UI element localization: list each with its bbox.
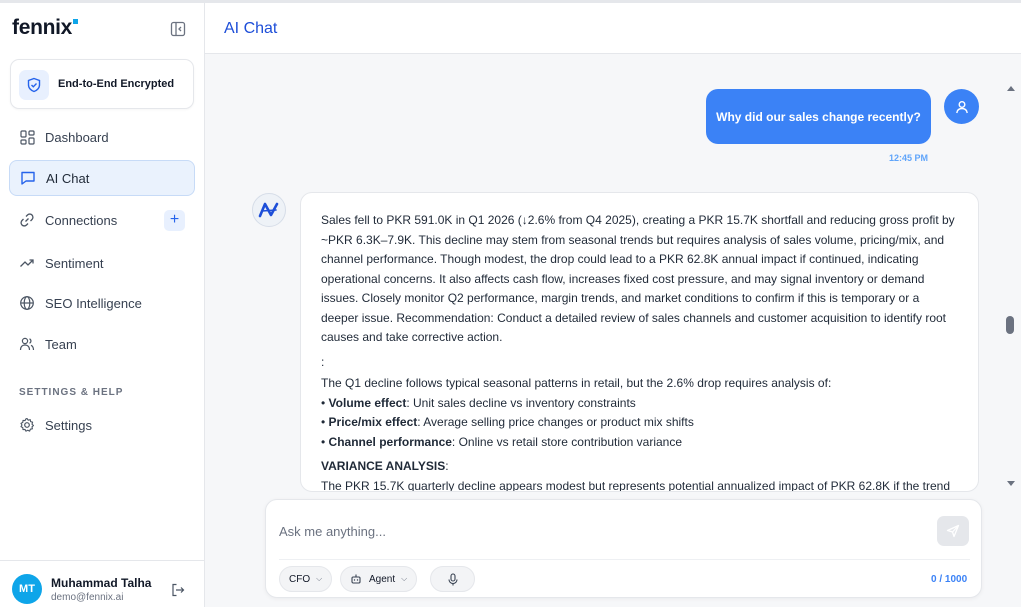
chevron-down-icon: ⌵ bbox=[401, 574, 408, 583]
assistant-summary: Sales fell to PKR 591.0K in Q1 2026 (↓2.… bbox=[321, 213, 955, 344]
chat-area: Why did our sales change recently? 12:45… bbox=[205, 54, 1021, 607]
robot-icon bbox=[351, 574, 361, 584]
brand-mark bbox=[73, 19, 79, 24]
variance-heading-suffix: : bbox=[445, 459, 449, 473]
list-item: • Price/mix effect: Average selling pric… bbox=[321, 413, 958, 433]
assistant-separator-line: : bbox=[321, 354, 325, 369]
microphone-icon bbox=[447, 572, 458, 585]
sidebar-item-sentiment[interactable]: Sentiment bbox=[9, 245, 195, 281]
chat-icon bbox=[20, 170, 36, 186]
bullet-text: : Online vs retail store contribution va… bbox=[451, 434, 683, 449]
bullet-text: : Average selling price changes or produ… bbox=[417, 415, 694, 429]
section-label-settings-help: SETTINGS & HELP bbox=[19, 387, 124, 398]
grid-icon bbox=[19, 129, 35, 145]
avatar: MT bbox=[12, 574, 42, 604]
bullet-text: : Unit sales decline vs inventory constr… bbox=[406, 395, 636, 410]
link-icon bbox=[19, 212, 35, 228]
variance-heading: VARIANCE ANALYSIS: bbox=[321, 457, 958, 477]
bullet-title: Channel performance bbox=[328, 434, 452, 449]
brand-logo[interactable]: fennix bbox=[12, 16, 79, 40]
mode-selector-label: Agent bbox=[369, 573, 396, 585]
sidebar-item-seo-intelligence[interactable]: SEO Intelligence bbox=[9, 285, 195, 321]
gear-icon bbox=[19, 417, 35, 433]
page-title: AI Chat bbox=[224, 20, 278, 37]
user-profile[interactable]: MT Muhammad Talha demo@fennix.ai bbox=[0, 560, 204, 607]
sidebar-item-label: Sentiment bbox=[45, 255, 104, 271]
message-composer: CFO ⌵ Agent ⌵ 0 / 1000 bbox=[265, 499, 982, 598]
variance-text: The PKR 15.7K quarterly decline appears … bbox=[321, 478, 951, 492]
users-icon bbox=[19, 336, 35, 352]
trend-icon bbox=[19, 255, 35, 271]
sidebar-item-label: AI Chat bbox=[46, 170, 90, 186]
user-avatar-icon bbox=[944, 89, 979, 124]
bullet-title: Price/mix effect bbox=[328, 415, 418, 429]
sidebar-item-label: Team bbox=[45, 336, 77, 352]
composer-divider bbox=[279, 559, 970, 560]
send-button[interactable] bbox=[937, 516, 969, 546]
sidebar-item-settings[interactable]: Settings bbox=[9, 407, 195, 443]
scrollbar-thumb[interactable] bbox=[1006, 316, 1014, 334]
sidebar-item-connections[interactable]: Connections + bbox=[9, 202, 195, 238]
bullet-title: Volume effect bbox=[328, 395, 407, 410]
sidebar: fennix End-to-End Encrypted Dashboard AI… bbox=[0, 3, 205, 607]
sidebar-item-team[interactable]: Team bbox=[9, 326, 195, 362]
logout-icon[interactable] bbox=[171, 583, 185, 597]
voice-input-button[interactable] bbox=[430, 566, 475, 592]
scroll-up-arrow[interactable] bbox=[1007, 86, 1015, 91]
bullet-symbol: • bbox=[321, 395, 326, 410]
scroll-down-arrow[interactable] bbox=[1007, 481, 1015, 486]
bullet-symbol: • bbox=[321, 415, 326, 429]
encryption-label: End-to-End Encrypted bbox=[58, 78, 175, 90]
mode-selector[interactable]: Agent ⌵ bbox=[340, 566, 418, 592]
role-selector[interactable]: CFO ⌵ bbox=[279, 566, 333, 592]
chat-scrollbar[interactable] bbox=[1005, 84, 1017, 492]
shield-icon bbox=[19, 70, 49, 100]
user-message-bubble: Why did our sales change recently? bbox=[706, 89, 931, 144]
message-input[interactable] bbox=[279, 524, 879, 539]
sidebar-collapse-icon[interactable] bbox=[170, 21, 186, 37]
assistant-message-card: Sales fell to PKR 591.0K in Q1 2026 (↓2.… bbox=[300, 192, 979, 492]
sidebar-item-label: Settings bbox=[45, 417, 92, 433]
list-item: • Volume effect: Unit sales decline vs i… bbox=[321, 394, 958, 414]
sidebar-item-dashboard[interactable]: Dashboard bbox=[9, 119, 195, 155]
role-selector-label: CFO bbox=[289, 573, 311, 585]
sidebar-item-label: Dashboard bbox=[45, 129, 109, 145]
sidebar-item-label: Connections bbox=[45, 212, 118, 228]
variance-heading-text: VARIANCE ANALYSIS bbox=[321, 459, 446, 473]
send-icon bbox=[946, 524, 960, 538]
list-item: • Channel performance: Online vs retail … bbox=[321, 433, 958, 453]
user-name: Muhammad Talha bbox=[51, 576, 152, 590]
sidebar-item-label: SEO Intelligence bbox=[45, 295, 142, 311]
user-email: demo@fennix.ai bbox=[51, 592, 124, 603]
sidebar-item-ai-chat[interactable]: AI Chat bbox=[9, 160, 195, 196]
chevron-down-icon: ⌵ bbox=[316, 574, 323, 583]
character-counter: 0 / 1000 bbox=[931, 574, 968, 585]
page-header: AI Chat bbox=[205, 3, 1021, 54]
message-timestamp: 12:45 PM bbox=[889, 153, 929, 163]
encryption-badge: End-to-End Encrypted bbox=[10, 59, 194, 109]
assistant-logo-icon bbox=[252, 193, 286, 227]
globe-icon bbox=[19, 295, 35, 311]
bullet-symbol: • bbox=[321, 434, 326, 449]
add-connection-button[interactable]: + bbox=[164, 210, 185, 231]
assistant-decline-intro: The Q1 decline follows typical seasonal … bbox=[321, 376, 832, 390]
